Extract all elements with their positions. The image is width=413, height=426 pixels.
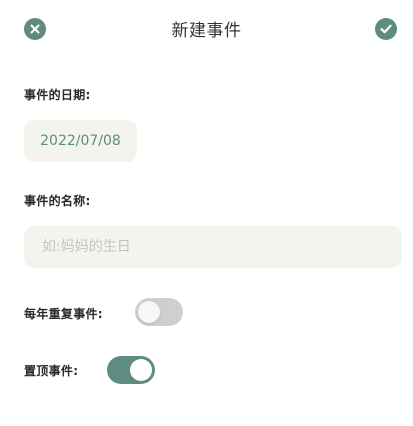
top-bar: 新建事件 [0, 0, 413, 60]
date-picker[interactable]: 2022/07/08 [24, 120, 137, 162]
pin-toggle[interactable] [107, 356, 155, 384]
pin-label: 置顶事件: [24, 364, 79, 378]
event-name-input[interactable] [24, 226, 402, 268]
date-label: 事件的日期: [24, 88, 91, 102]
repeat-label: 每年重复事件: [24, 307, 103, 321]
page-title: 新建事件 [171, 21, 242, 41]
toggle-knob [138, 301, 160, 323]
name-label: 事件的名称: [24, 194, 91, 208]
check-icon[interactable] [375, 18, 397, 40]
toggle-knob [130, 359, 152, 381]
repeat-toggle[interactable] [135, 298, 183, 326]
